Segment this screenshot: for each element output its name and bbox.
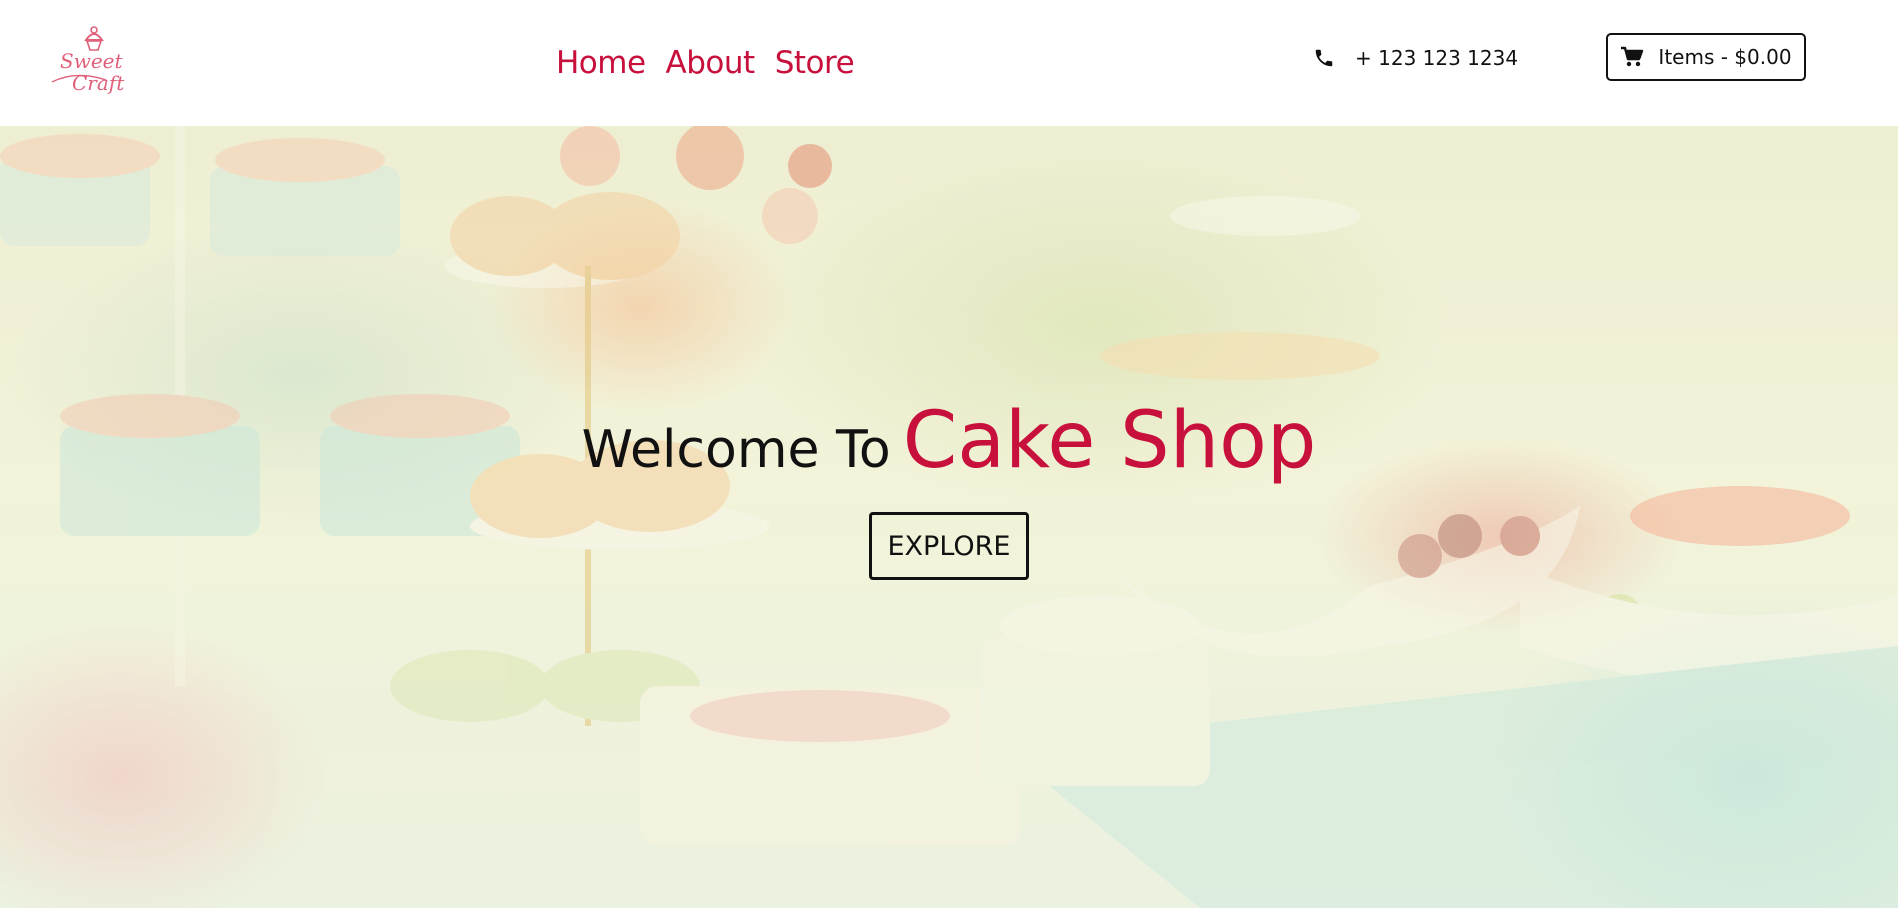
- nav-store-link[interactable]: Store: [775, 40, 855, 86]
- main-nav: Home About Store: [556, 40, 855, 86]
- svg-text:Sweet: Sweet: [60, 49, 123, 73]
- svg-text:Craft: Craft: [72, 71, 125, 95]
- site-header: Sweet Craft Home About Store + 123 123 1…: [0, 0, 1898, 126]
- phone-icon: [1313, 47, 1335, 69]
- nav-home-link[interactable]: Home: [556, 40, 646, 86]
- cart-icon: [1620, 46, 1644, 68]
- phone-contact[interactable]: + 123 123 1234: [1313, 46, 1518, 70]
- hero-welcome-text: Welcome To: [581, 420, 891, 480]
- phone-number: + 123 123 1234: [1355, 46, 1519, 70]
- brand-logo[interactable]: Sweet Craft: [46, 24, 142, 100]
- explore-button[interactable]: EXPLORE: [869, 512, 1029, 580]
- nav-about-link[interactable]: About: [666, 40, 756, 86]
- hero-heading: Welcome To Cake Shop: [0, 396, 1898, 501]
- hero-brand-text: Cake Shop: [902, 396, 1317, 486]
- hero-section: Welcome To Cake Shop EXPLORE: [0, 126, 1898, 908]
- cupcake-logo-icon: Sweet Craft: [51, 26, 125, 95]
- cart-button[interactable]: Items - $0.00: [1606, 33, 1806, 81]
- cart-label: Items - $0.00: [1658, 45, 1792, 69]
